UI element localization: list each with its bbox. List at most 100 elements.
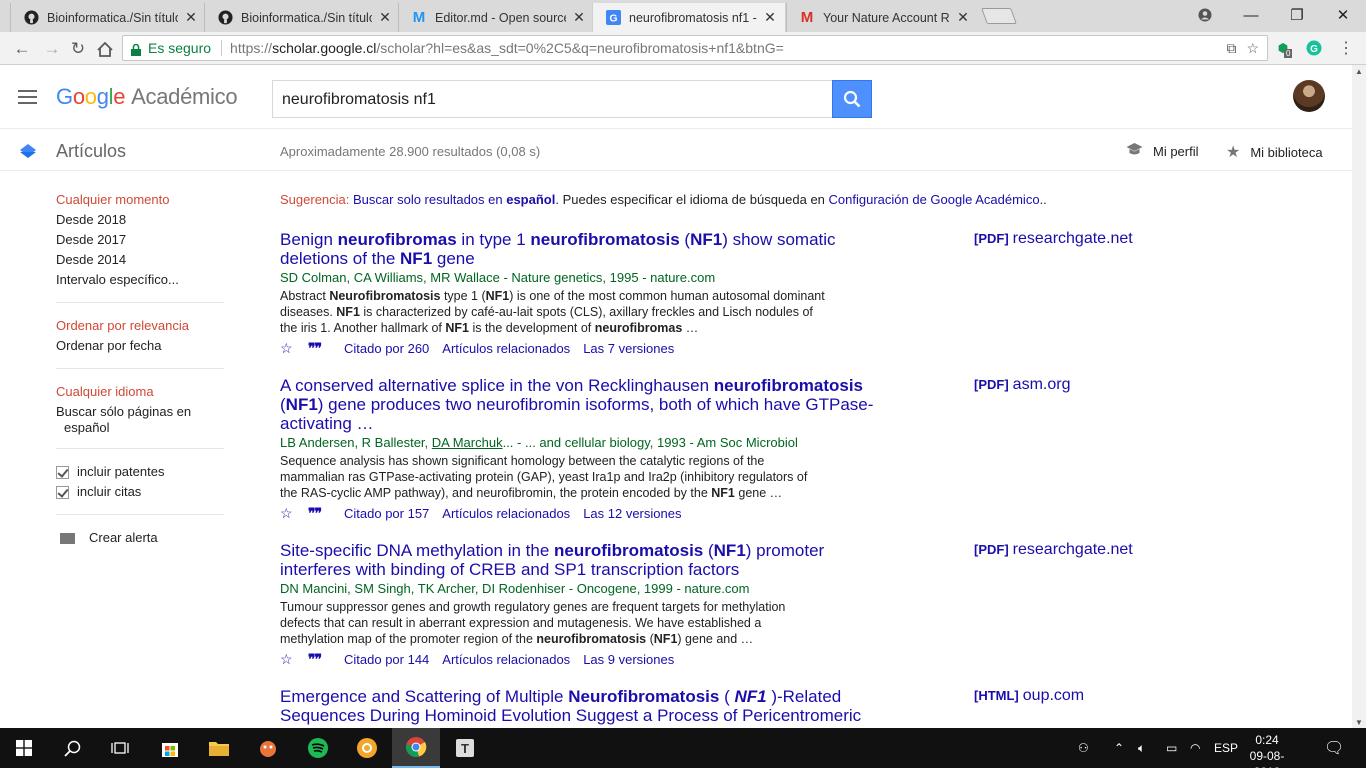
result-title-link[interactable]: Benign neurofibromas in type 1 neurofibr… [280, 230, 880, 268]
close-tab-icon[interactable]: ✕ [763, 9, 777, 26]
avatar[interactable] [1293, 80, 1325, 112]
related-articles-link[interactable]: Artículos relacionados [442, 341, 570, 356]
include-patents-checkbox[interactable]: incluir patentes [56, 462, 224, 482]
page-scrollbar[interactable]: ▲ ▼ [1352, 65, 1366, 729]
address-bar[interactable]: Es seguro https://scholar.google.cl/scho… [122, 35, 1268, 61]
filter-since-2014[interactable]: Desde 2014 [56, 250, 224, 270]
cited-by-link[interactable]: Citado por 144 [344, 652, 429, 667]
section-title[interactable]: Artículos [56, 141, 126, 162]
create-alert-link[interactable]: Crear alerta [56, 528, 224, 548]
result-title-link[interactable]: Site-specific DNA methylation in the neu… [280, 541, 880, 579]
spotify-icon[interactable] [294, 728, 342, 768]
save-star-icon[interactable]: ☆ [280, 340, 294, 357]
forward-icon[interactable]: → [40, 37, 64, 61]
people-icon[interactable]: ⚇ [1078, 728, 1089, 768]
cited-by-link[interactable]: Citado por 157 [344, 506, 429, 521]
cite-quote-icon[interactable]: ❞❞ [308, 651, 324, 668]
wifi-icon[interactable]: ◠ [1190, 728, 1200, 768]
back-icon[interactable]: ← [10, 37, 34, 61]
grammarly-icon[interactable]: G [1305, 39, 1323, 57]
home-icon[interactable] [93, 37, 117, 61]
save-star-icon[interactable]: ☆ [280, 505, 294, 522]
app-orange-icon[interactable] [343, 728, 391, 768]
search-icon[interactable] [48, 728, 96, 768]
close-tab-icon[interactable]: ✕ [956, 9, 970, 26]
related-articles-link[interactable]: Artículos relacionados [442, 506, 570, 521]
my-profile-link[interactable]: Mi perfil [1126, 142, 1199, 161]
taskbar-clock[interactable]: 0:24 09-08-2018 [1237, 732, 1297, 768]
filter-since-2018[interactable]: Desde 2018 [56, 210, 224, 230]
save-star-icon[interactable]: ☆ [280, 651, 294, 668]
close-tab-icon[interactable]: ✕ [378, 9, 392, 26]
scholar-settings-link[interactable]: Configuración de Google Académico [829, 192, 1040, 207]
browser-tab-5[interactable]: M Your Nature Account Reg ✕ [786, 3, 978, 32]
profile-icon[interactable] [1182, 0, 1228, 30]
input-language-indicator[interactable]: ESP [1214, 728, 1238, 768]
close-tab-icon[interactable]: ✕ [184, 9, 198, 26]
cite-quote-icon[interactable]: ❞❞ [308, 340, 324, 357]
hamburger-menu-icon[interactable] [18, 90, 37, 104]
cite-quote-icon[interactable]: ❞❞ [308, 505, 324, 522]
include-citations-checkbox[interactable]: incluir citas [56, 482, 224, 502]
author-profile-link[interactable]: DA Marchuk [432, 435, 503, 450]
app-pet-icon[interactable] [244, 728, 292, 768]
scroll-up-arrow-icon[interactable]: ▲ [1355, 67, 1363, 76]
filter-sidebar: Cualquier momento Desde 2018 Desde 2017 … [56, 190, 224, 548]
show-hidden-icons-icon[interactable]: ⌃ [1114, 728, 1124, 768]
spanish-only-link[interactable]: Buscar solo resultados en español [353, 192, 555, 207]
cited-by-link[interactable]: Citado por 260 [344, 341, 429, 356]
search-button[interactable] [832, 80, 872, 118]
related-articles-link[interactable]: Artículos relacionados [442, 652, 570, 667]
typora-icon[interactable]: T [441, 728, 489, 768]
browser-tab-3[interactable]: M Editor.md - Open source ✕ [398, 3, 594, 32]
result-authors: LB Andersen, R Ballester, DA Marchuk... … [280, 435, 798, 450]
result-authors: DN Mancini, SM Singh, TK Archer, DI Rode… [280, 581, 750, 596]
sort-by-relevance[interactable]: Ordenar por relevancia [56, 316, 224, 336]
close-tab-icon[interactable]: ✕ [572, 9, 586, 26]
bookmark-star-icon[interactable]: ☆ [1246, 40, 1259, 57]
notifications-icon[interactable]: 🗨︎ [1324, 728, 1344, 768]
task-view-icon[interactable] [96, 728, 144, 768]
browser-toolbar: ← → ↻ Es seguro https://scholar.google.c… [0, 32, 1366, 65]
result-pdf-link[interactable]: [PDF] researchgate.net [974, 541, 1133, 559]
minimize-icon[interactable]: — [1228, 0, 1274, 30]
new-tab-button[interactable] [981, 8, 1017, 24]
search-input[interactable]: neurofibromatosis nf1 [272, 80, 832, 118]
secure-indicator[interactable]: Es seguro [131, 40, 211, 56]
menu-kebab-icon[interactable]: ⋮ [1337, 39, 1355, 57]
filter-any-time[interactable]: Cualquier momento [56, 190, 224, 210]
translate-icon[interactable]: ⧉ [1226, 40, 1236, 57]
close-window-icon[interactable]: ✕ [1320, 0, 1366, 30]
browser-tab-2[interactable]: Bioinformatica./Sin título ✕ [204, 3, 400, 32]
result-pdf-link[interactable]: [PDF] researchgate.net [974, 230, 1133, 248]
volume-icon[interactable]: 🔈︎ [1138, 728, 1145, 768]
filter-spanish-only[interactable]: Buscar sólo páginas en español [56, 404, 224, 436]
versions-link[interactable]: Las 7 versiones [583, 341, 674, 356]
result-pdf-link[interactable]: [PDF] asm.org [974, 376, 1070, 394]
result-title-link[interactable]: Emergence and Scattering of Multiple Neu… [280, 687, 880, 728]
browser-tab-1[interactable]: Bioinformatica./Sin título ✕ [10, 3, 206, 32]
versions-link[interactable]: Las 9 versiones [583, 652, 674, 667]
reload-icon[interactable]: ↻ [66, 37, 90, 61]
sort-by-date[interactable]: Ordenar por fecha [56, 336, 224, 356]
scroll-down-arrow-icon[interactable]: ▼ [1355, 718, 1363, 727]
filter-since-2017[interactable]: Desde 2017 [56, 230, 224, 250]
extension-icon[interactable]: ⬢ 0 [1274, 39, 1293, 58]
filter-custom-range[interactable]: Intervalo específico... [56, 270, 224, 290]
chrome-taskbar-icon[interactable] [392, 728, 440, 768]
restore-icon[interactable]: ❐ [1274, 0, 1320, 30]
store-icon[interactable] [146, 728, 194, 768]
envelope-icon [60, 532, 75, 544]
search-result: Site-specific DNA methylation in the neu… [280, 541, 940, 669]
scholar-logo[interactable]: Google Académico [56, 84, 238, 110]
battery-icon[interactable]: ▭ [1166, 728, 1177, 768]
result-html-link[interactable]: [HTML] oup.com [974, 687, 1084, 705]
result-actions: ☆ ❞❞ Citado por 260 Artículos relacionad… [280, 338, 940, 358]
file-explorer-icon[interactable] [195, 728, 243, 768]
result-title-link[interactable]: A conserved alternative splice in the vo… [280, 376, 880, 433]
windows-start-icon[interactable] [0, 728, 48, 768]
my-library-link[interactable]: ★ Mi biblioteca [1226, 142, 1323, 162]
browser-tab-4-active[interactable]: G neurofibromatosis nf1 - G ✕ [592, 3, 786, 32]
filter-any-language[interactable]: Cualquier idioma [56, 382, 224, 402]
versions-link[interactable]: Las 12 versiones [583, 506, 681, 521]
